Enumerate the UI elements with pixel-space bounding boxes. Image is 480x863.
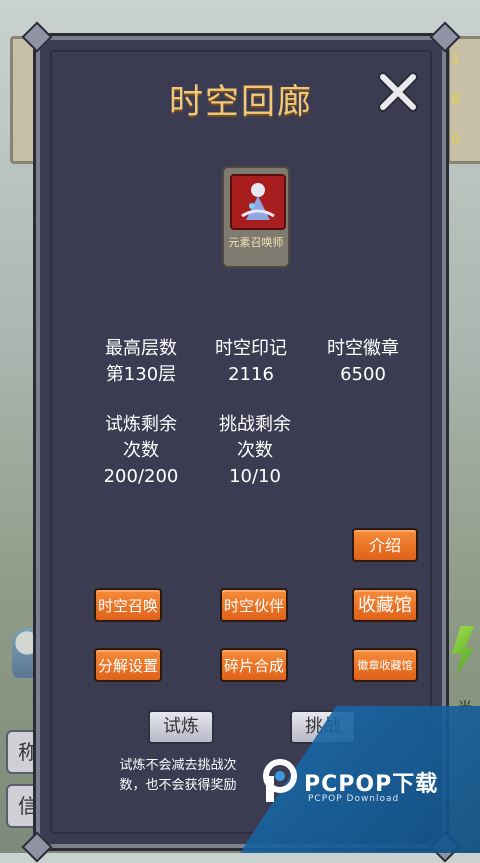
stat-label: 试炼剩余 (105, 414, 177, 435)
stat-label: 时空印记 (215, 338, 287, 359)
watermark-subtext: PCPOP Download (308, 794, 400, 804)
background-number: 0 (451, 132, 460, 148)
time-partner-button[interactable]: 时空伙伴 (220, 588, 288, 622)
background-number: 8 (451, 92, 460, 108)
stat-time-mark: 时空印记 2116 (196, 336, 306, 388)
stat-value: 10/10 (229, 466, 281, 487)
fragment-synthesis-button[interactable]: 碎片合成 (220, 648, 288, 682)
stat-label: 最高层数 (105, 338, 177, 359)
hero-card[interactable]: 元素召唤师 (222, 166, 290, 268)
stat-value: 6500 (340, 364, 386, 385)
stat-value: 第130层 (105, 364, 177, 385)
stat-max-floor: 最高层数 第130层 (86, 336, 196, 388)
intro-button[interactable]: 介绍 (352, 528, 418, 562)
hero-name: 元素召唤师 (228, 236, 284, 249)
stat-challenge-remaining: 挑战剩余 次数 10/10 (200, 412, 310, 490)
pcpop-logo-icon (263, 759, 297, 802)
stat-time-badge: 时空徽章 6500 (308, 336, 418, 388)
close-button[interactable] (376, 70, 420, 114)
lightning-icon (452, 626, 474, 676)
badge-collection-button[interactable]: 徽章收藏馆 (352, 648, 418, 682)
hero-portrait (230, 174, 286, 230)
summoner-icon (241, 183, 275, 220)
trial-button[interactable]: 试炼 (148, 710, 214, 744)
stat-label: 次数 (123, 440, 159, 461)
stat-value: 200/200 (103, 466, 179, 487)
stat-value: 2116 (228, 364, 274, 385)
trial-note: 试炼不会减去挑战次数，也不会获得奖励 (119, 758, 237, 793)
stat-label: 时空徽章 (327, 338, 399, 359)
close-icon (378, 72, 418, 112)
background-number: 1 (451, 52, 460, 68)
stat-label: 次数 (237, 440, 273, 461)
time-summon-button[interactable]: 时空召唤 (94, 588, 162, 622)
stat-trial-remaining: 试炼剩余 次数 200/200 (86, 412, 196, 490)
decompose-settings-button[interactable]: 分解设置 (94, 648, 162, 682)
corner-ornament (21, 831, 53, 863)
stat-label: 挑战剩余 (219, 414, 291, 435)
collection-hall-button[interactable]: 收藏馆 (352, 588, 418, 622)
